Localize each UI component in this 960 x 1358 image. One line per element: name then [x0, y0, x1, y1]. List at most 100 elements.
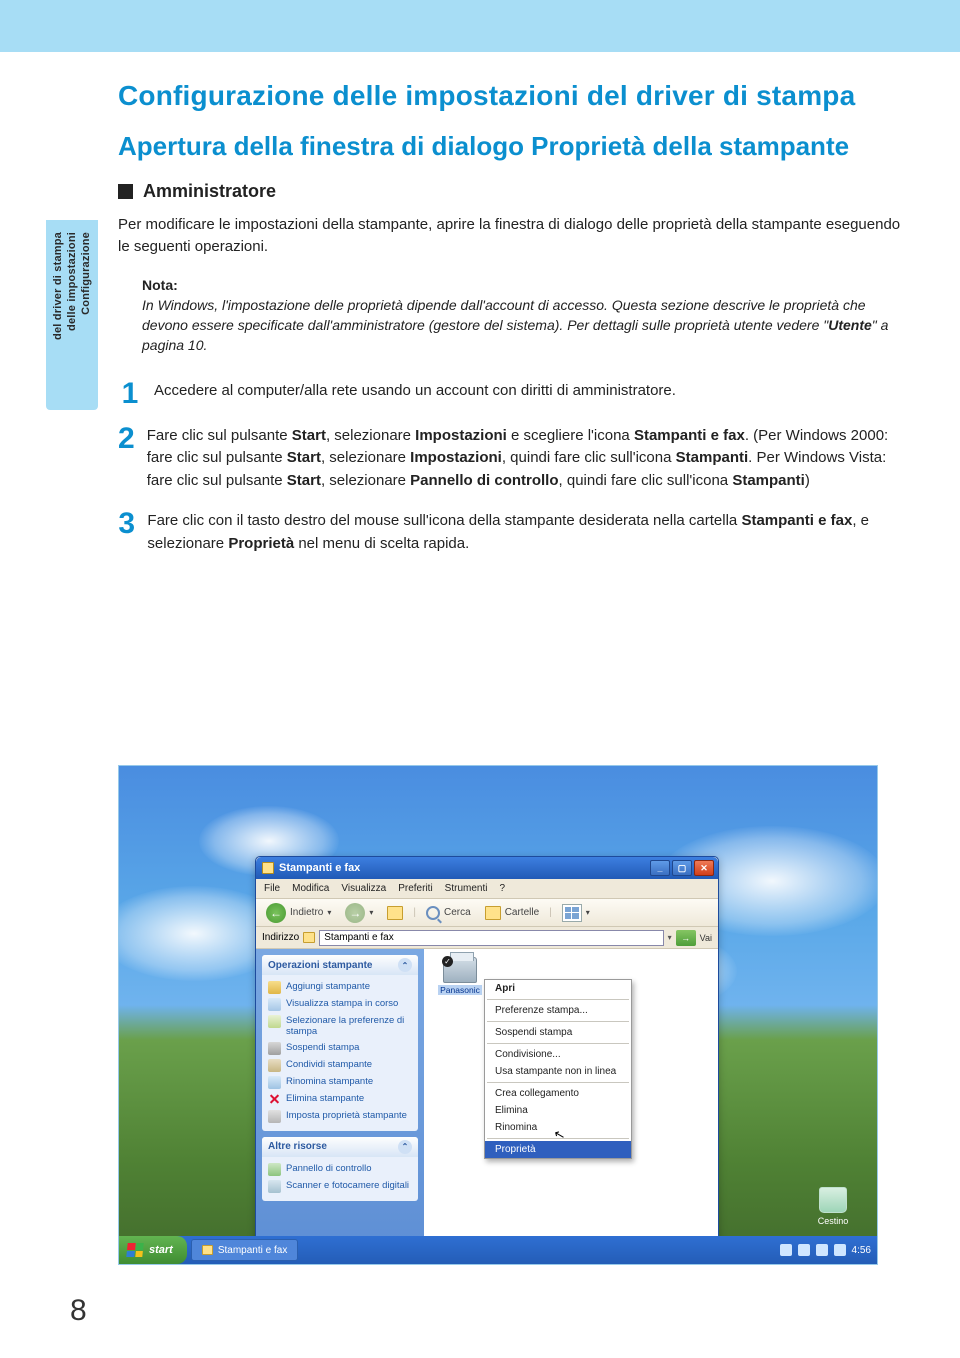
- ctx-preferences[interactable]: Preferenze stampa...: [485, 1002, 631, 1019]
- printer-label: Panasonic: [438, 985, 482, 995]
- clock: 4:56: [852, 1245, 871, 1256]
- menu-tools[interactable]: Strumenti: [445, 883, 488, 894]
- address-input[interactable]: [319, 930, 663, 946]
- add-printer-icon: [268, 981, 281, 994]
- printer-item[interactable]: ✓ Panasonic: [438, 957, 482, 1007]
- start-label: start: [149, 1244, 173, 1256]
- ctx-shortcut[interactable]: Crea collegamento: [485, 1085, 631, 1102]
- content: Configurazione delle impostazioni del dr…: [118, 80, 908, 573]
- task-delete[interactable]: Elimina stampante: [268, 1091, 412, 1108]
- panel-other-resources: Altre risorse ⌃ Pannello di controllo Sca…: [262, 1137, 418, 1201]
- panel2-title: Altre risorse: [268, 1141, 327, 1152]
- ctx-share[interactable]: Condivisione...: [485, 1046, 631, 1063]
- tray-icon[interactable]: [816, 1244, 828, 1256]
- screenshot-desktop: Cestino Stampanti e fax _ ▢ ✕ File Modif…: [118, 765, 878, 1265]
- toolbar: ←Indietro ▾ →▾ | Cerca Cartelle | ▾: [256, 899, 718, 927]
- note-body-1: In Windows, l'impostazione delle proprie…: [142, 297, 866, 333]
- intro-text: Per modificare le impostazioni della sta…: [118, 214, 908, 259]
- page-top-band: [0, 0, 960, 52]
- folders-button[interactable]: Cartelle: [481, 905, 543, 921]
- task-rename[interactable]: Rinomina stampante: [268, 1074, 412, 1091]
- control-panel-icon: [268, 1163, 281, 1176]
- default-check-icon: ✓: [442, 956, 453, 967]
- task-add-printer[interactable]: Aggiungi stampante: [268, 979, 412, 996]
- queue-icon: [268, 998, 281, 1011]
- task-share[interactable]: Condividi stampante: [268, 1057, 412, 1074]
- step-number-3: 3: [118, 510, 135, 555]
- main-pane[interactable]: ✓ Panasonic Apri Preferenze stampa... So…: [424, 949, 718, 1249]
- ctx-offline[interactable]: Usa stampante non in linea: [485, 1063, 631, 1080]
- menu-help[interactable]: ?: [499, 883, 505, 894]
- menubar: File Modifica Visualizza Preferiti Strum…: [256, 879, 718, 899]
- share-icon: [268, 1059, 281, 1072]
- windows-logo-icon: [696, 880, 714, 896]
- step-number-2: 2: [118, 425, 135, 493]
- side-pane: Operazioni stampante⌃ Aggiungi stampante…: [256, 949, 424, 1249]
- folder-icon: [303, 932, 315, 943]
- step3-text: Fare clic con il tasto destro del mouse …: [147, 510, 908, 555]
- taskbar-task[interactable]: Stampanti e fax: [191, 1239, 298, 1261]
- explorer-window: Stampanti e fax _ ▢ ✕ File Modifica Visu…: [255, 856, 719, 1265]
- rename-icon: [268, 1076, 281, 1089]
- step-number-1: 1: [118, 380, 142, 407]
- printer-folder-icon: [262, 862, 274, 874]
- menu-edit[interactable]: Modifica: [292, 883, 329, 894]
- maximize-button[interactable]: ▢: [672, 860, 692, 876]
- collapse-icon[interactable]: ⌃: [398, 1140, 412, 1154]
- go-button[interactable]: →: [676, 930, 696, 946]
- titlebar[interactable]: Stampanti e fax _ ▢ ✕: [256, 857, 718, 879]
- windows-flag-icon: [126, 1243, 143, 1257]
- link-control-panel[interactable]: Pannello di controllo: [268, 1161, 412, 1178]
- up-button[interactable]: [383, 905, 407, 921]
- recycle-bin-label: Cestino: [818, 1216, 849, 1226]
- folder-icon: [485, 906, 501, 920]
- tray-icon[interactable]: [780, 1244, 792, 1256]
- view-button[interactable]: ▾: [558, 903, 594, 923]
- admin-line: Amministratore: [118, 181, 908, 202]
- link-scanners[interactable]: Scanner e fotocamere digitali: [268, 1178, 412, 1195]
- recycle-bin[interactable]: Cestino: [813, 1187, 853, 1226]
- search-button[interactable]: Cerca: [422, 905, 475, 921]
- task-label: Stampanti e fax: [218, 1245, 287, 1256]
- properties-icon: [268, 1110, 281, 1123]
- task-properties[interactable]: Imposta proprietà stampante: [268, 1108, 412, 1125]
- view-icon: [562, 904, 582, 922]
- step2-text: Fare clic sul pulsante Start, selezionar…: [147, 425, 908, 493]
- collapse-icon[interactable]: ⌃: [398, 958, 412, 972]
- tray-icon[interactable]: [834, 1244, 846, 1256]
- task-icon: [202, 1245, 213, 1255]
- recycle-bin-icon: [819, 1187, 847, 1213]
- ctx-delete[interactable]: Elimina: [485, 1102, 631, 1119]
- task-preferences[interactable]: Selezionare la preferenze di stampa: [268, 1013, 412, 1040]
- task-view-queue[interactable]: Visualizza stampa in corso: [268, 996, 412, 1013]
- step1-text: Accedere al computer/alla rete usando un…: [154, 380, 676, 407]
- side-tab: del driver di stampa delle impostazioni …: [46, 220, 98, 410]
- ctx-open[interactable]: Apri: [485, 980, 631, 997]
- address-label: Indirizzo: [262, 932, 299, 943]
- menu-favorites[interactable]: Preferiti: [398, 883, 432, 894]
- back-button[interactable]: ←Indietro ▾: [262, 902, 335, 924]
- tray-icon[interactable]: [798, 1244, 810, 1256]
- sidetab-line3: Configurazione: [80, 232, 92, 315]
- start-button[interactable]: start: [119, 1236, 187, 1264]
- page-title: Configurazione delle impostazioni del dr…: [118, 80, 908, 112]
- scanner-icon: [268, 1180, 281, 1193]
- menu-file[interactable]: File: [264, 883, 280, 894]
- page-number: 8: [70, 1294, 87, 1328]
- note-block: Nota: In Windows, l'impostazione delle p…: [142, 275, 908, 356]
- forward-button[interactable]: →▾: [341, 902, 377, 924]
- menu-view[interactable]: Visualizza: [341, 883, 386, 894]
- go-label: Vai: [700, 933, 712, 943]
- note-label: Nota:: [142, 277, 178, 293]
- taskbar: start Stampanti e fax 4:56: [119, 1236, 877, 1264]
- ctx-pause[interactable]: Sospendi stampa: [485, 1024, 631, 1041]
- close-button[interactable]: ✕: [694, 860, 714, 876]
- delete-icon: [268, 1093, 281, 1106]
- section-title: Apertura della finestra di dialogo Propr…: [118, 130, 908, 163]
- steps: 1 Accedere al computer/alla rete usando …: [118, 380, 908, 556]
- admin-label: Amministratore: [143, 181, 276, 202]
- minimize-button[interactable]: _: [650, 860, 670, 876]
- task-pause[interactable]: Sospendi stampa: [268, 1040, 412, 1057]
- note-utente: Utente: [828, 317, 872, 333]
- window-title: Stampanti e fax: [279, 862, 360, 874]
